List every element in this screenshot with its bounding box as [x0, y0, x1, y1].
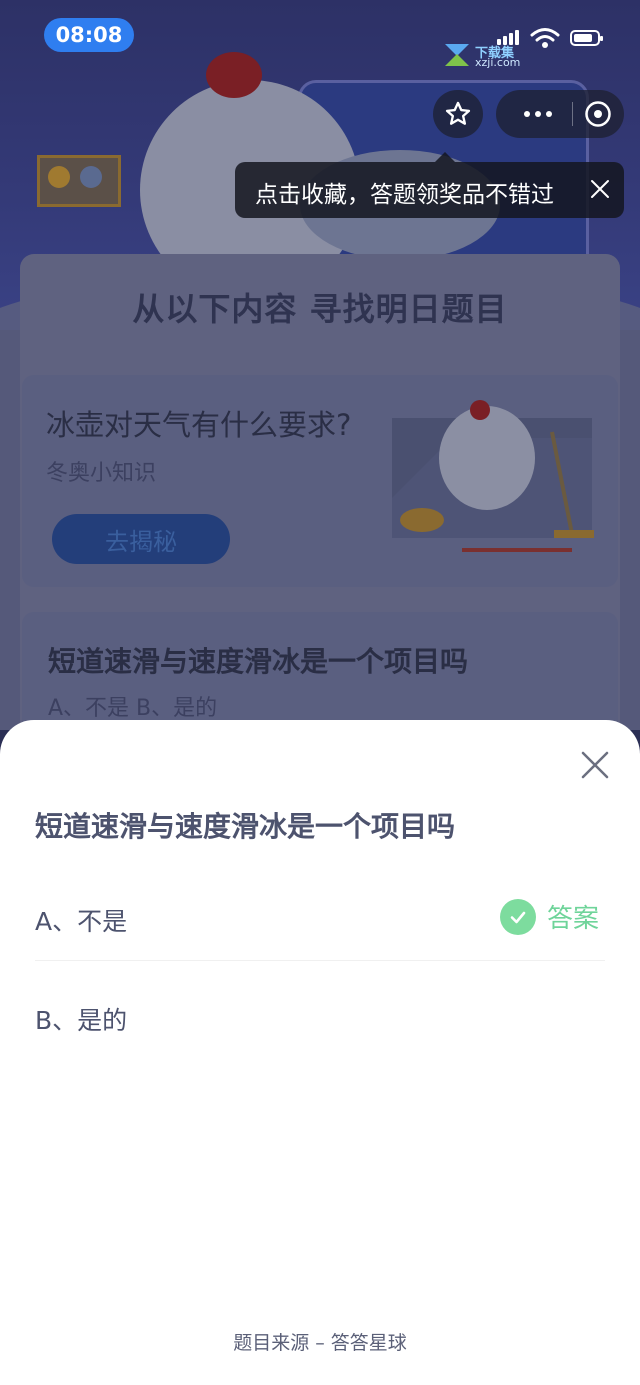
mini-program-capsule: [496, 90, 624, 138]
star-icon: [445, 101, 471, 125]
curling-mascot-illustration: [392, 400, 594, 552]
wifi-icon: [530, 28, 560, 48]
favorite-tooltip: 点击收藏，答题领奖品不错过: [235, 152, 624, 218]
medal-icon: [48, 166, 70, 188]
watermark-logo: 下载集 xzji.com: [443, 42, 523, 70]
more-button[interactable]: [516, 90, 560, 138]
option-a[interactable]: A、不是: [35, 902, 127, 938]
exit-button[interactable]: [576, 90, 620, 138]
page: 08:08 下载集 xzji.com 点击收藏，答题领奖品不错过 从以下内容 寻…: [0, 0, 640, 1385]
card-options: A、不是 B、是的: [48, 696, 218, 721]
watermark-icon: [445, 44, 469, 66]
favorite-button[interactable]: [433, 90, 483, 138]
capsule-divider: [572, 102, 573, 126]
close-circle-icon: [585, 101, 611, 127]
check-circle-icon: [500, 898, 536, 935]
panel-title: 从以下内容 寻找明日题目: [132, 290, 508, 328]
battery-icon: [570, 30, 603, 46]
card-question: 冰壶对天气有什么要求?: [46, 408, 352, 442]
card-subtitle: 冬奥小知识: [46, 461, 157, 486]
option-b[interactable]: B、是的: [35, 1001, 127, 1037]
mascot-comb: [206, 52, 262, 98]
answer-badge: 答案: [500, 898, 599, 935]
tooltip-arrow: [435, 152, 455, 162]
tooltip-text: 点击收藏，答题领奖品不错过: [255, 182, 554, 208]
more-dots-icon: [524, 111, 530, 117]
medal-icon: [80, 166, 102, 188]
answer-label: 答案: [547, 904, 600, 934]
watermark-domain: xzji.com: [475, 56, 521, 69]
sheet-question: 短道速滑与速度滑冰是一个项目吗: [35, 810, 456, 843]
close-icon[interactable]: [578, 748, 612, 782]
card-question: 短道速滑与速度滑冰是一个项目吗: [48, 645, 469, 678]
reveal-button[interactable]: 去揭秘: [52, 514, 230, 564]
close-icon[interactable]: [589, 178, 611, 200]
question-source: 题目来源 – 答答星球: [233, 1332, 407, 1354]
divider: [35, 960, 605, 961]
status-time: 08:08: [44, 18, 134, 52]
